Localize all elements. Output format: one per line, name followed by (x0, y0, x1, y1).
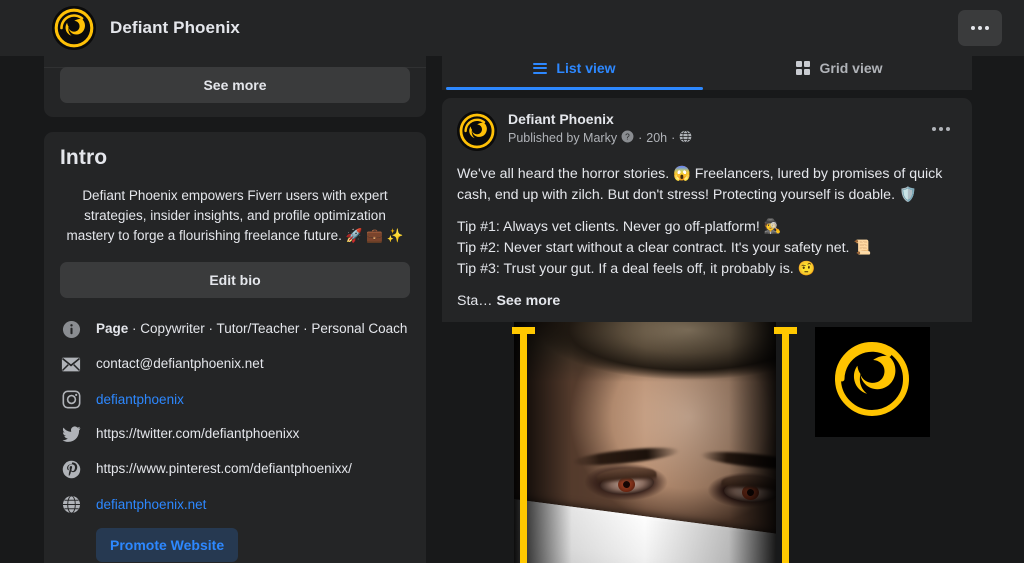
post-photo[interactable] (514, 322, 776, 563)
list-icon (533, 60, 548, 76)
photo-eye-right (721, 474, 776, 504)
info-row-twitter[interactable]: https://twitter.com/defiantphoenixx (60, 417, 410, 452)
info-row-bold: Page (96, 321, 129, 336)
post-logo-thumbnail[interactable] (815, 327, 930, 437)
post-published-by: Published by Marky (508, 131, 618, 145)
globe-icon (60, 493, 82, 515)
grid-icon (796, 61, 811, 75)
tab-list-view-label: List view (556, 60, 616, 76)
sidebar-card-top: See more (44, 56, 426, 117)
info-row-instagram[interactable]: defiantphoenix (60, 382, 410, 417)
info-row-email: contact@defiantphoenix.net (60, 347, 410, 382)
info-row-page-category: Page · Copywriter · Tutor/Teacher · Pers… (60, 312, 410, 347)
edit-bio-container: Edit bio (60, 262, 410, 298)
promote-website-button[interactable]: Promote Website (96, 528, 239, 562)
post-tip-3: Tip #3: Trust your gut. If a deal feels … (457, 261, 816, 277)
photo-hair (514, 322, 776, 382)
intro-title: Intro (60, 146, 108, 169)
info-row-text: https://www.pinterest.com/defiantphoenix… (96, 461, 352, 476)
dot (971, 26, 975, 30)
tab-grid-view-label: Grid view (819, 60, 883, 76)
promote-website-container: Promote Website (60, 522, 410, 563)
post-more-button[interactable] (925, 113, 957, 145)
phoenix-logo-icon (52, 6, 96, 50)
page-info-list: Page · Copywriter · Tutor/Teacher · Pers… (60, 312, 410, 563)
post-subline: Published by Marky ? · 20h · (508, 130, 925, 146)
post-card: Defiant Phoenix Published by Marky ? · 2… (442, 98, 972, 563)
post-paragraph-1: We've all heard the horror stories. 😱 Fr… (457, 166, 943, 203)
intro-bio-text: Defiant Phoenix empowers Fiverr users wi… (66, 188, 404, 243)
left-sidebar: See more Intro Defiant Phoenix empowers … (44, 56, 426, 563)
post-meta: Defiant Phoenix Published by Marky ? · 2… (508, 111, 925, 146)
post-header: Defiant Phoenix Published by Marky ? · 2… (442, 98, 972, 151)
post-audience-globe-icon[interactable] (679, 130, 692, 146)
instagram-icon (60, 388, 82, 410)
selection-top-right-cap (774, 327, 797, 334)
dot (946, 127, 950, 131)
post-tip-2: Tip #2: Never start without a clear cont… (457, 240, 872, 256)
twitter-icon (60, 423, 82, 445)
dot (932, 127, 936, 131)
edit-bio-button[interactable]: Edit bio (60, 262, 410, 298)
post-separator-2: · (671, 131, 676, 145)
info-row-pinterest[interactable]: https://www.pinterest.com/defiantphoenix… (60, 452, 410, 487)
info-row-text: Page · Copywriter · Tutor/Teacher · Pers… (96, 320, 407, 338)
post-truncation-line: Sta… See more (457, 291, 957, 312)
header-brand-title: Defiant Phoenix (110, 18, 240, 37)
header-more-button[interactable] (958, 10, 1002, 46)
post-separator-1: · (638, 131, 643, 145)
sidebar-see-more-button[interactable]: See more (60, 67, 410, 103)
email-icon (60, 353, 82, 375)
info-row-rest: · Copywriter · Tutor/Teacher · Personal … (128, 321, 408, 336)
pinterest-icon (60, 458, 82, 480)
post-time: 20h (646, 131, 668, 145)
website-link[interactable]: defiantphoenix.net (96, 497, 206, 512)
dot (978, 26, 982, 30)
page-root: Defiant Phoenix See more Intro Defiant P… (0, 0, 1024, 563)
post-tip-1: Tip #1: Always vet clients. Never go off… (457, 219, 782, 235)
top-header-bar: Defiant Phoenix (0, 0, 1024, 56)
info-icon (60, 318, 82, 340)
post-author-avatar[interactable] (457, 111, 497, 151)
svg-text:?: ? (625, 132, 630, 142)
see-more-container: See more (44, 67, 426, 117)
post-author-name[interactable]: Defiant Phoenix (508, 111, 925, 128)
photo-eye-left (595, 465, 657, 496)
header-brand[interactable]: Defiant Phoenix (0, 6, 240, 50)
dot (985, 26, 989, 30)
post-media (442, 322, 972, 563)
post-see-more-link[interactable]: See more (496, 293, 560, 309)
post-body: We've all heard the horror stories. 😱 Fr… (442, 151, 972, 322)
intro-card: Intro Defiant Phoenix empowers Fiverr us… (44, 132, 426, 563)
dot (939, 127, 943, 131)
info-row-website[interactable]: defiantphoenix.net (60, 487, 410, 522)
info-row-text: https://twitter.com/defiantphoenixx (96, 426, 300, 441)
main-content: List view Grid view Defiant Phoenix Publ… (442, 46, 972, 563)
selection-right-edge (782, 327, 789, 563)
post-truncated-text: Sta… (457, 293, 493, 309)
instagram-link[interactable]: defiantphoenix (96, 392, 184, 407)
info-row-text: contact@defiantphoenix.net (96, 356, 264, 371)
question-circle-icon: ? (621, 130, 634, 146)
